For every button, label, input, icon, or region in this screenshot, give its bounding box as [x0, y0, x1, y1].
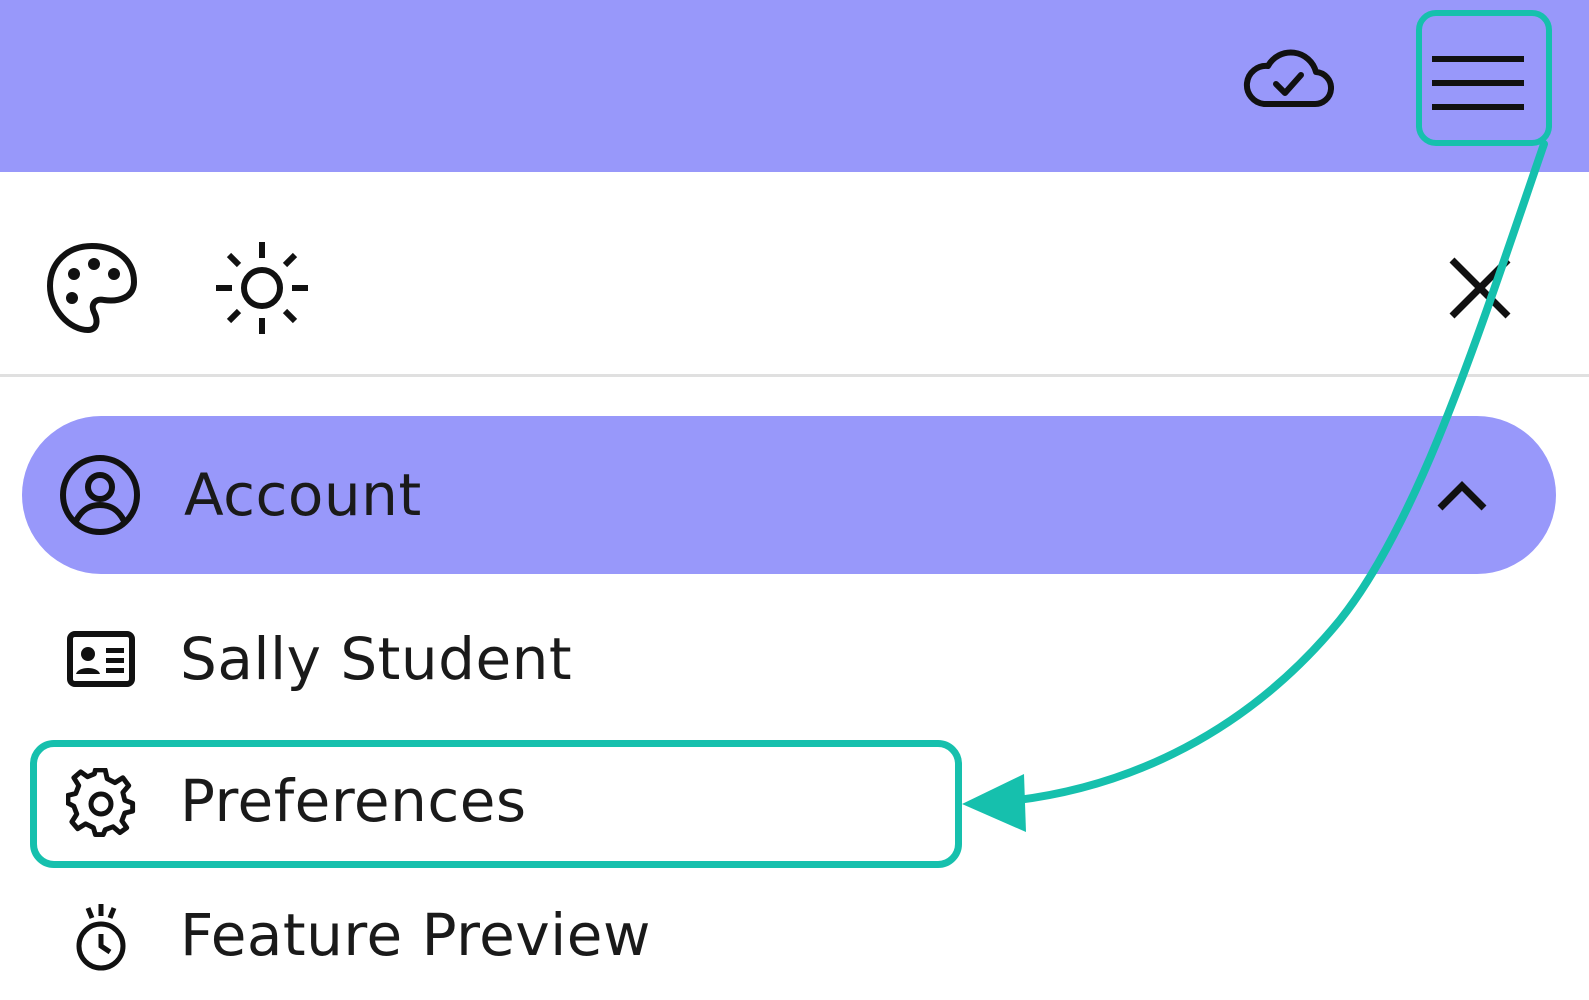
menu-item-profile[interactable]: Sally Student — [0, 600, 1000, 720]
divider — [0, 374, 1589, 377]
account-section-header[interactable]: Account — [22, 416, 1556, 574]
menu-item-label: Feature Preview — [180, 901, 651, 969]
palette-icon[interactable] — [44, 240, 140, 336]
highlight-preferences — [30, 740, 962, 868]
sun-icon[interactable] — [212, 238, 312, 338]
alarm-clock-icon — [76, 904, 126, 971]
account-section-label: Account — [184, 461, 422, 529]
highlight-menu-button — [1416, 10, 1552, 146]
cloud-check-icon[interactable] — [1242, 44, 1334, 116]
menu-item-feature-preview[interactable]: Feature Preview — [0, 880, 1000, 1000]
id-card-icon — [67, 631, 135, 687]
top-bar — [0, 0, 1589, 172]
close-icon[interactable] — [1444, 252, 1516, 324]
user-circle-icon — [60, 455, 140, 535]
menu-item-label: Sally Student — [180, 625, 573, 693]
chevron-up-icon[interactable] — [1432, 466, 1492, 526]
